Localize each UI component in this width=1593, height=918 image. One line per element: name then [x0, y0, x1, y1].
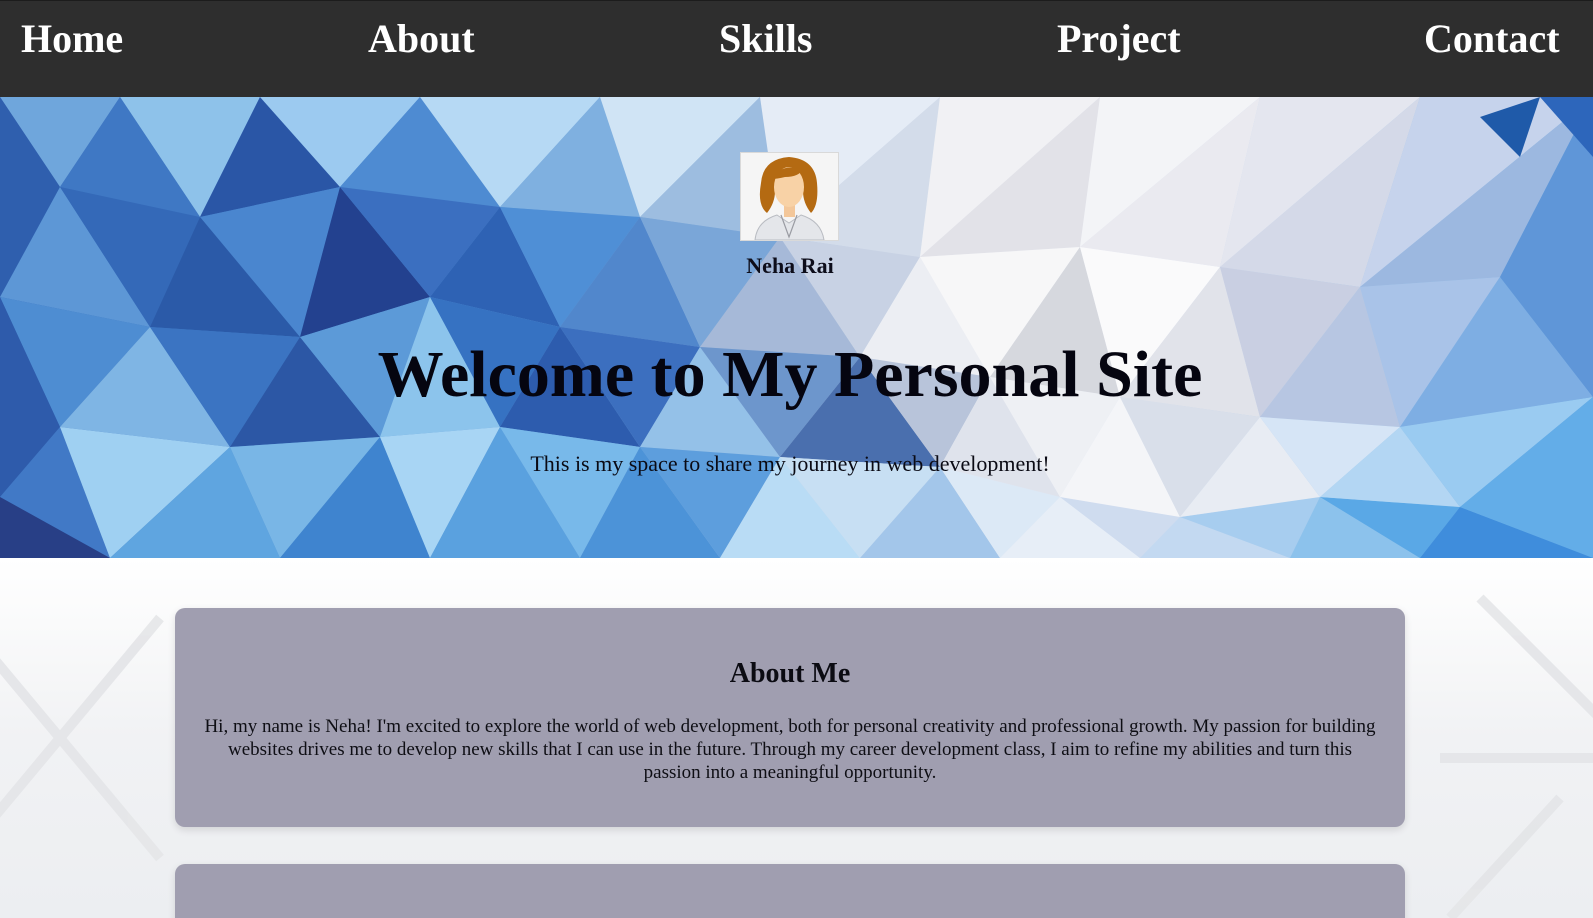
- page: Home About Skills Project Contact Neha R…: [0, 0, 1593, 918]
- hero-title: Welcome to My Personal Site: [377, 338, 1203, 411]
- next-section-card: [175, 864, 1405, 918]
- female-avatar-icon: [741, 153, 838, 240]
- nav-link-contact[interactable]: Contact: [1424, 15, 1560, 63]
- nav-link-project[interactable]: Project: [1057, 15, 1181, 63]
- about-me-heading: About Me: [729, 658, 851, 689]
- hero-section: Neha Rai Welcome to My Personal Site Thi…: [0, 97, 1593, 558]
- about-me-text: Hi, my name is Neha! I'm excited to expl…: [204, 716, 1376, 783]
- profile-name: Neha Rai: [746, 253, 834, 278]
- nav-link-home[interactable]: Home: [21, 15, 123, 63]
- nav-link-skills[interactable]: Skills: [719, 15, 812, 63]
- profile-avatar: [740, 152, 839, 241]
- hero-subtitle: This is my space to share my journey in …: [530, 451, 1050, 476]
- top-navigation: Home About Skills Project Contact: [0, 0, 1593, 97]
- nav-link-about[interactable]: About: [368, 15, 475, 63]
- about-me-card: About Me Hi, my name is Neha! I'm excite…: [175, 608, 1405, 827]
